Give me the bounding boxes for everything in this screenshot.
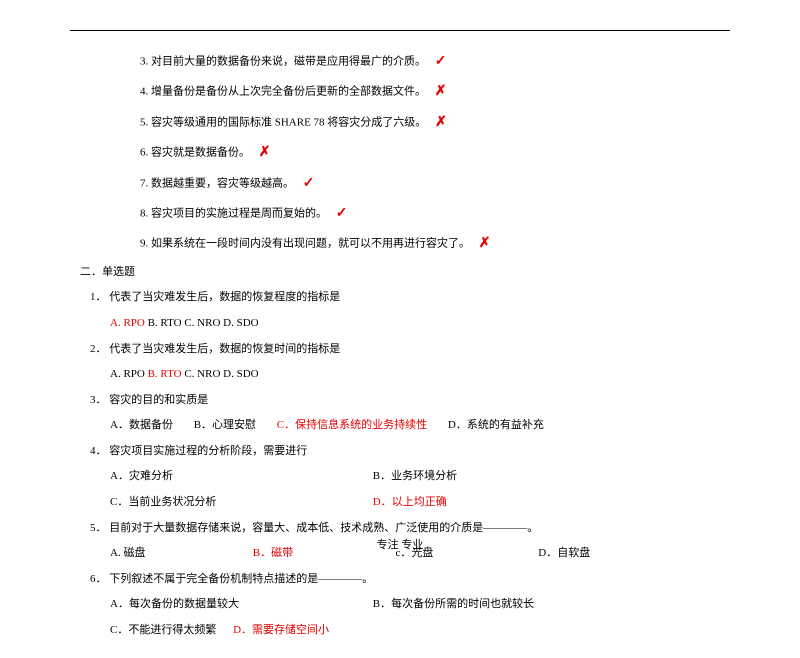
cross-icon: ✗	[435, 81, 447, 103]
cross-icon: ✗	[259, 142, 271, 164]
opt-c: C．当前业务状况分析	[110, 494, 370, 512]
tf-num: 4.	[140, 86, 148, 98]
q-num: 6．	[90, 573, 107, 585]
tf-item: 7. 数据越重要，容灾等级越高。 ✓	[70, 173, 730, 195]
tf-item: 9. 如果系统在一段时间内没有出现问题，就可以不用再进行容灾了。 ✗	[70, 233, 730, 255]
tf-text: 容灾项目的实施过程是周而复始的。	[151, 208, 327, 220]
tf-item: 3. 对目前大量的数据备份来说，磁带是应用得最广的介质。 ✓	[70, 51, 730, 73]
q-text: 下列叙述不属于完全备份机制特点描述的是――――。	[109, 573, 373, 585]
opt-d: D. SDO	[223, 366, 258, 384]
mc-options: A. RPO B. RTO C. NRO D. SDO	[70, 315, 730, 333]
mc-options: A．数据备份 B．心理安慰 C．保持信息系统的业务持续性 D．系统的有益补充	[70, 417, 730, 435]
tf-text: 如果系统在一段时间内没有出现问题，就可以不用再进行容灾了。	[151, 238, 470, 250]
opt-a: A．灾难分析	[110, 468, 370, 486]
mc-question: 6． 下列叙述不属于完全备份机制特点描述的是――――。	[70, 571, 730, 589]
tf-text: 对目前大量的数据备份来说，磁带是应用得最广的介质。	[151, 56, 426, 68]
section-heading: 二．单选题	[70, 264, 730, 282]
opt-d: D．需要存储空间小	[233, 622, 329, 640]
tf-text: 增量备份是备份从上次完全备份后更新的全部数据文件。	[151, 86, 426, 98]
tf-num: 6.	[140, 147, 148, 159]
tf-item: 4. 增量备份是备份从上次完全备份后更新的全部数据文件。 ✗	[70, 81, 730, 103]
top-divider	[70, 30, 730, 31]
opt-b: B. RTO	[148, 315, 182, 333]
tf-item: 6. 容灾就是数据备份。 ✗	[70, 142, 730, 164]
tf-item: 5. 容灾等级通用的国际标准 SHARE 78 将容灾分成了六级。 ✗	[70, 112, 730, 134]
tf-item: 8. 容灾项目的实施过程是周而复始的。 ✓	[70, 203, 730, 225]
tf-num: 9.	[140, 238, 148, 250]
opt-c: C．不能进行得太频繁	[110, 622, 216, 640]
opt-b: B. RTO	[148, 366, 182, 384]
opt-b: B．心理安慰	[194, 417, 256, 435]
mc-question: 5． 目前对于大量数据存储来说，容量大、成本低、技术成熟、广泛使用的介质是―――…	[70, 520, 730, 538]
tf-num: 7.	[140, 177, 148, 189]
q-text: 容灾的目的和实质是	[109, 394, 208, 406]
tf-num: 3.	[140, 56, 148, 68]
opt-d: D. SDO	[223, 315, 258, 333]
tf-num: 5.	[140, 117, 148, 129]
check-icon: ✓	[435, 51, 447, 73]
q-num: 1．	[90, 291, 107, 303]
q-text: 目前对于大量数据存储来说，容量大、成本低、技术成熟、广泛使用的介质是――――。	[109, 522, 538, 534]
mc-options-row2: C．不能进行得太频繁 D．需要存储空间小	[70, 622, 730, 640]
q-text: 代表了当灾难发生后，数据的恢复时间的指标是	[109, 343, 340, 355]
mc-question: 1． 代表了当灾难发生后，数据的恢复程度的指标是	[70, 289, 730, 307]
cross-icon: ✗	[479, 233, 491, 255]
tf-num: 8.	[140, 208, 148, 220]
tf-text: 容灾等级通用的国际标准 SHARE 78 将容灾分成了六级。	[151, 117, 426, 129]
opt-d: D．以上均正确	[373, 494, 447, 512]
q-num: 5．	[90, 522, 107, 534]
opt-b: B．每次备份所需的时间也就较长	[373, 596, 534, 614]
opt-a: A．数据备份	[110, 417, 173, 435]
opt-b: B．业务环境分析	[373, 468, 457, 486]
opt-a: A．每次备份的数据量较大	[110, 596, 370, 614]
check-icon: ✓	[303, 173, 315, 195]
mc-question: 2． 代表了当灾难发生后，数据的恢复时间的指标是	[70, 341, 730, 359]
mc-question: 3． 容灾的目的和实质是	[70, 392, 730, 410]
opt-c: C. NRO	[184, 315, 220, 333]
mc-options-row1: A．每次备份的数据量较大 B．每次备份所需的时间也就较长	[70, 596, 730, 614]
mc-question: 4． 容灾项目实施过程的分析阶段，需要进行	[70, 443, 730, 461]
mc-options: A. RPO B. RTO C. NRO D. SDO	[70, 366, 730, 384]
mc-options-row1: A．灾难分析 B．业务环境分析	[70, 468, 730, 486]
opt-c: C. NRO	[184, 366, 220, 384]
opt-c: C．保持信息系统的业务持续性	[277, 417, 427, 435]
check-icon: ✓	[336, 203, 348, 225]
cross-icon: ✗	[435, 112, 447, 134]
q-text: 代表了当灾难发生后，数据的恢复程度的指标是	[109, 291, 340, 303]
opt-a: A. RPO	[110, 315, 145, 333]
q-text: 容灾项目实施过程的分析阶段，需要进行	[109, 445, 307, 457]
page-footer: 专注 专业	[0, 536, 800, 552]
mc-options-row2: C．当前业务状况分析 D．以上均正确	[70, 494, 730, 512]
q-num: 2．	[90, 343, 107, 355]
tf-text: 容灾就是数据备份。	[151, 147, 250, 159]
tf-text: 数据越重要，容灾等级越高。	[151, 177, 294, 189]
q-num: 4．	[90, 445, 107, 457]
opt-d: D．系统的有益补充	[448, 417, 544, 435]
opt-a: A. RPO	[110, 366, 145, 384]
q-num: 3．	[90, 394, 107, 406]
